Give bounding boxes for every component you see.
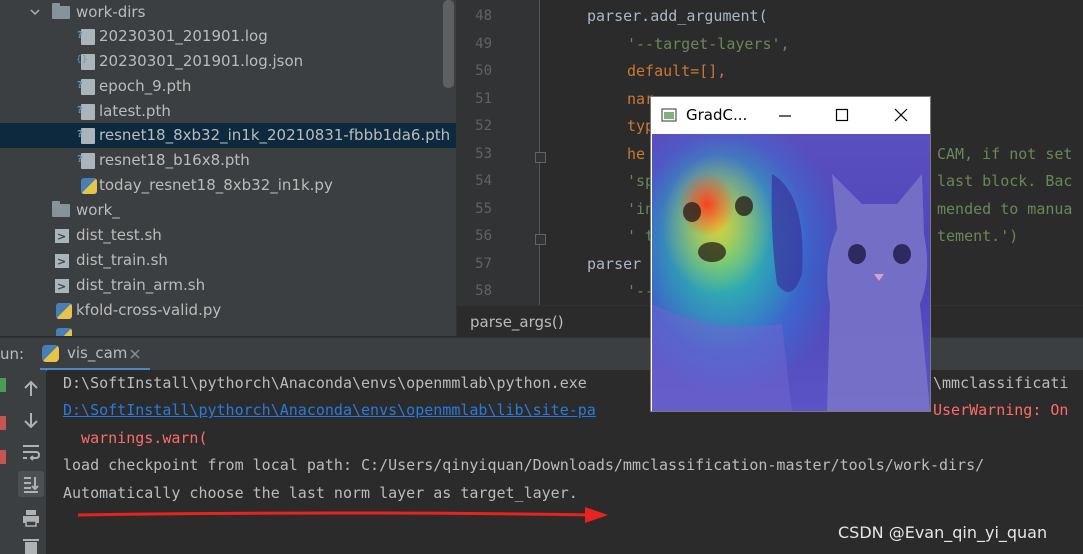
tree-item-file[interactable]: resnet18_b16x8.pth [0, 147, 456, 173]
python-file-icon [81, 178, 97, 194]
rerun-icon[interactable] [0, 378, 6, 392]
code-line-tail: last block. Bac [937, 172, 1073, 190]
line-number: 49 [475, 36, 492, 52]
watermark: CSDN @Evan_qin_yi_quan [838, 523, 1048, 542]
line-number: 48 [475, 8, 492, 24]
line-number: 54 [475, 173, 492, 189]
python-file-icon [56, 303, 72, 319]
fold-marker-icon[interactable] [535, 152, 546, 163]
code-line: default=[], [627, 62, 727, 80]
print-icon[interactable] [20, 507, 42, 529]
console-line: load checkpoint from local path: C:/User… [63, 456, 985, 474]
trash-icon[interactable] [20, 537, 42, 554]
breadcrumb-item[interactable]: parse_args() [470, 313, 564, 331]
window-title: GradC... [686, 106, 748, 124]
run-tab-label[interactable]: vis_cam [67, 344, 127, 362]
python-run-icon [42, 345, 59, 362]
folder-icon [52, 3, 70, 19]
code-line: '--target-layers', [627, 35, 790, 53]
console-line-tail: UserWarning: On [933, 401, 1069, 419]
window-titlebar[interactable]: GradC... [651, 97, 930, 133]
shell-script-icon [55, 274, 69, 299]
json-file-icon [76, 48, 95, 73]
unknown-file-icon [77, 122, 95, 147]
unknown-file-icon [77, 147, 95, 172]
line-number: 58 [475, 283, 492, 299]
tree-item-file-selected[interactable]: resnet18_8xb32_in1k_20210831-fbbb1da6.pt… [0, 122, 456, 148]
code-line-tail: mended to manua [937, 200, 1073, 218]
fold-marker-icon[interactable] [535, 234, 546, 245]
line-number: 56 [475, 228, 492, 244]
console-line: warnings.warn( [63, 429, 208, 447]
line-number: 53 [475, 146, 492, 162]
line-number: 50 [475, 63, 492, 79]
annotation-arrow-icon [77, 507, 608, 523]
tree-item-work-dirs[interactable]: work-dirs [0, 0, 456, 25]
image-content [652, 174, 930, 411]
tree-item-file[interactable]: dist_test.sh [0, 223, 456, 249]
tree-item-file[interactable]: 20230301_201901.log [0, 23, 456, 49]
stop-icon[interactable] [0, 416, 6, 430]
console-line: D:\SoftInstall\pythorch\Anaconda\envs\op… [63, 374, 587, 392]
tree-item-file[interactable]: dist_train.sh [0, 248, 456, 274]
tree-item-partial[interactable] [0, 323, 456, 336]
line-number: 57 [475, 256, 492, 272]
tree-item-file[interactable]: epoch_9.pth [0, 73, 456, 99]
project-tree: work-dirs 20230301_201901.log 20230301_2… [0, 0, 456, 336]
tree-item-file[interactable]: latest.pth [0, 98, 456, 124]
tree-item-file[interactable]: dist_train_arm.sh [0, 273, 456, 299]
stop-icon[interactable] [0, 450, 6, 464]
tree-scrollbar[interactable] [443, 0, 454, 88]
code-line: parser [587, 255, 642, 273]
folder-icon [52, 201, 70, 217]
window-app-icon [661, 108, 677, 122]
chevron-down-icon[interactable] [30, 7, 40, 17]
unknown-file-icon [77, 73, 95, 98]
log-file-icon [77, 23, 95, 48]
code-line: parser.add_argument( [587, 7, 768, 25]
tree-item-file[interactable]: 20230301_201901.log.json [0, 48, 456, 74]
gradcam-window[interactable]: GradC... [650, 96, 931, 412]
code-line: he [627, 145, 646, 163]
tree-item-folder[interactable]: work_ [0, 198, 456, 223]
run-label: un: [0, 345, 25, 363]
gradcam-heatmap-image [652, 134, 930, 411]
scroll-to-end-icon[interactable] [20, 473, 42, 495]
line-number: 52 [475, 118, 492, 134]
console-line: Automatically choose the last norm layer… [63, 484, 578, 502]
unknown-file-icon [77, 98, 95, 123]
shell-script-icon [55, 224, 69, 249]
code-line-tail: CAM, if not set [937, 145, 1073, 163]
soft-wrap-icon[interactable] [20, 441, 42, 463]
console-line-tail: \mmclassificati [933, 374, 1069, 392]
code-line-tail: tement.') [937, 227, 1019, 245]
minimize-icon[interactable] [778, 109, 792, 123]
line-number: 51 [475, 91, 492, 107]
console-link[interactable]: D:\SoftInstall\pythorch\Anaconda\envs\op… [63, 401, 596, 419]
close-icon[interactable] [894, 108, 908, 122]
arrow-up-icon[interactable] [20, 378, 42, 400]
tree-item-file[interactable]: today_resnet18_8xb32_in1k.py [0, 173, 456, 198]
arrow-down-icon[interactable] [20, 409, 42, 431]
shell-script-icon [55, 249, 69, 274]
tree-item-file[interactable]: kfold-cross-valid.py [0, 298, 456, 323]
python-file-icon [56, 328, 72, 336]
line-number: 55 [475, 201, 492, 217]
close-icon[interactable] [130, 349, 140, 359]
maximize-icon[interactable] [835, 108, 849, 122]
